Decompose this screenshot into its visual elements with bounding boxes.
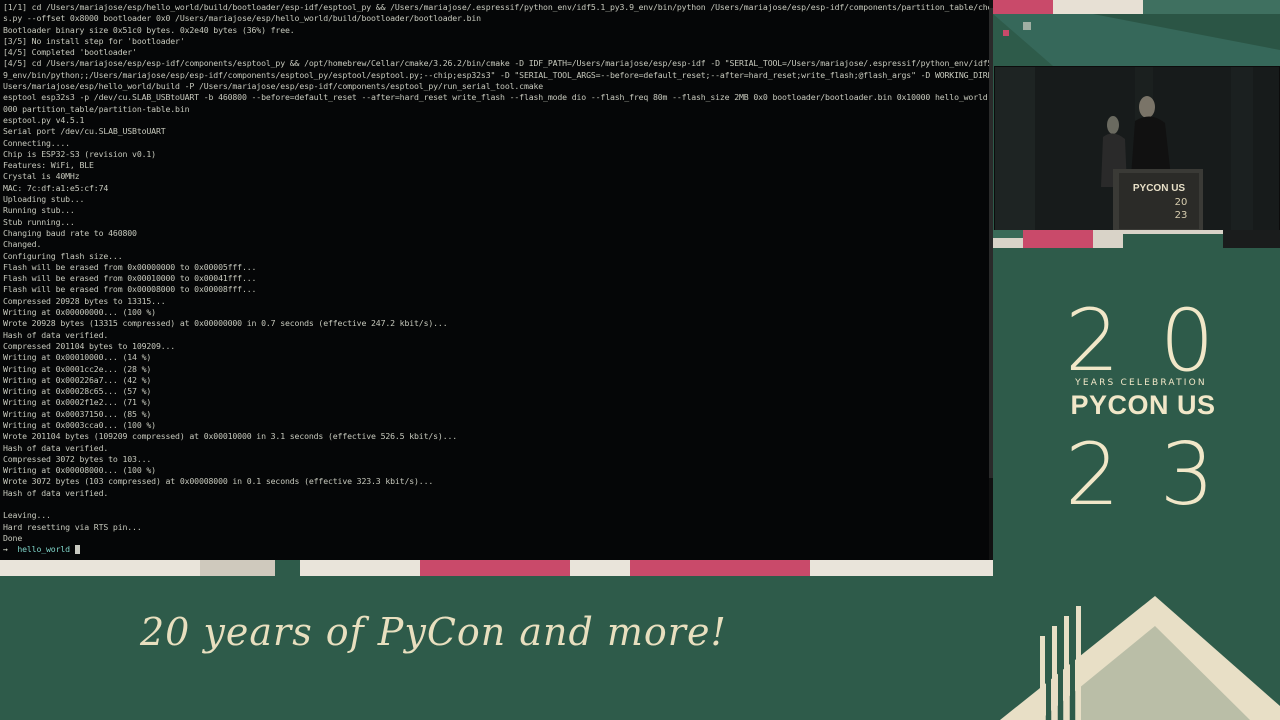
terminal-line: esptool esp32s3 -p /dev/cu.SLAB_USBtoUAR…: [3, 92, 991, 103]
terminal-line: Writing at 0x0003cca0... (100 %): [3, 419, 156, 430]
terminal-line: Hash of data verified.: [3, 329, 109, 340]
terminal-line: Running stub...: [3, 205, 75, 216]
terminal-line: Compressed 20928 bytes to 13315...: [3, 295, 166, 306]
terminal-line: Serial port /dev/cu.SLAB_USBtoUART: [3, 126, 166, 137]
terminal-line: Writing at 0x00037150... (85 %): [3, 408, 152, 419]
banner-tagline: 20 years of PyCon and more!: [140, 610, 727, 654]
terminal-output: [1/1] cd /Users/mariajose/esp/hello_worl…: [3, 2, 991, 556]
terminal-line: Flash will be erased from 0x00000000 to …: [3, 261, 257, 272]
video-frame: [1/1] cd /Users/mariajose/esp/hello_worl…: [0, 0, 1280, 720]
terminal-line: [1/1] cd /Users/mariajose/esp/hello_worl…: [3, 2, 991, 12]
terminal-line: Changing baud rate to 460800: [3, 227, 137, 238]
logo-years-celebration: YEARS CELEBRATION: [1075, 378, 1207, 388]
terminal-line: [4/5] Completed 'bootloader': [3, 47, 137, 58]
terminal-line: esptool.py v4.5.1: [3, 114, 85, 125]
terminal-line: s.py --offset 0x8000 bootloader 0x0 /Use…: [3, 13, 481, 24]
terminal-line: Compressed 201104 bytes to 109209...: [3, 340, 176, 351]
terminal-line: Changed.: [3, 239, 42, 250]
podium-year-top: 20: [1175, 197, 1188, 208]
terminal-cursor: [74, 545, 80, 555]
prompt-directory: hello_world: [17, 544, 70, 555]
terminal-line: Bootloader binary size 0x51c0 bytes. 0x2…: [3, 24, 295, 35]
pycon-logo: 20 YEARS CELEBRATION PYCON US 23: [993, 248, 1280, 576]
decorative-pattern-mid: [993, 230, 1280, 248]
terminal-line: Flash will be erased from 0x00008000 to …: [3, 284, 257, 295]
terminal-line: 000 partition_table/partition-table.bin: [3, 103, 190, 114]
terminal-line: Hash of data verified.: [3, 442, 109, 453]
mountain-graphic: [1000, 596, 1280, 720]
terminal-line: Hash of data verified.: [3, 487, 109, 498]
speaker-video: PYCON US 20 23: [994, 66, 1280, 232]
terminal-line: Writing at 0x00008000... (100 %): [3, 465, 156, 476]
decorative-top: [993, 0, 1280, 66]
terminal-line: Uploading stub...: [3, 194, 85, 205]
terminal-line: Wrote 20928 bytes (13315 compressed) at …: [3, 318, 448, 329]
terminal-line: Crystal is 40MHz: [3, 171, 80, 182]
terminal-line: 9_env/bin/python;;/Users/mariajose/esp/e…: [3, 69, 991, 80]
prompt-arrow-icon: →: [3, 544, 8, 555]
logo-brand: PYCON US: [1070, 390, 1216, 420]
terminal-line: Writing at 0x0001cc2e... (28 %): [3, 363, 152, 374]
terminal-line: Chip is ESP32-S3 (revision v0.1): [3, 148, 156, 159]
terminal-line: [4/5] cd /Users/mariajose/esp/esp-idf/co…: [3, 58, 991, 69]
terminal-line: Stub running...: [3, 216, 75, 227]
terminal-line: Configuring flash size...: [3, 250, 123, 261]
decorative-strip: [0, 560, 993, 576]
terminal-line: Writing at 0x000226a7... (42 %): [3, 374, 152, 385]
logo-number-top: 20: [1065, 291, 1255, 391]
terminal-line: Leaving...: [3, 510, 51, 521]
terminal-line: Wrote 201104 bytes (109209 compressed) a…: [3, 431, 458, 442]
logo-number-bottom: 23: [1065, 425, 1255, 525]
terminal-line: Users/mariajose/esp/hello_world/build -P…: [3, 81, 544, 92]
terminal-line: Wrote 3072 bytes (103 compressed) at 0x0…: [3, 476, 434, 487]
terminal-line: Features: WiFi, BLE: [3, 160, 94, 171]
podium-text: PYCON US: [1133, 183, 1186, 194]
terminal-line: MAC: 7c:df:a1:e5:cf:74: [3, 182, 109, 193]
terminal-line: Hard resetting via RTS pin...: [3, 521, 142, 532]
podium-year-bottom: 23: [1175, 210, 1188, 221]
terminal-line: Connecting....: [3, 137, 70, 148]
terminal-window[interactable]: [1/1] cd /Users/mariajose/esp/hello_worl…: [0, 0, 993, 560]
speaker-scene: PYCON US 20 23: [995, 67, 1279, 231]
terminal-line: Writing at 0x00010000... (14 %): [3, 352, 152, 363]
terminal-line: [3/5] No install step for 'bootloader': [3, 35, 185, 46]
terminal-line: Flash will be erased from 0x00010000 to …: [3, 273, 257, 284]
terminal-line: Compressed 3072 bytes to 103...: [3, 453, 152, 464]
decorative-mid: [993, 230, 1280, 248]
terminal-line: Writing at 0x00000000... (100 %): [3, 307, 156, 318]
terminal-line: Writing at 0x0002f1e2... (71 %): [3, 397, 152, 408]
decorative-pattern: [993, 0, 1280, 66]
terminal-line: Done: [3, 532, 23, 543]
right-column: PYCON US 20 23 20 YEARS CELEBRATION PYCO…: [993, 0, 1280, 576]
terminal-line: Writing at 0x00028c65... (57 %): [3, 386, 152, 397]
terminal-prompt[interactable]: → hello_world: [3, 544, 991, 555]
